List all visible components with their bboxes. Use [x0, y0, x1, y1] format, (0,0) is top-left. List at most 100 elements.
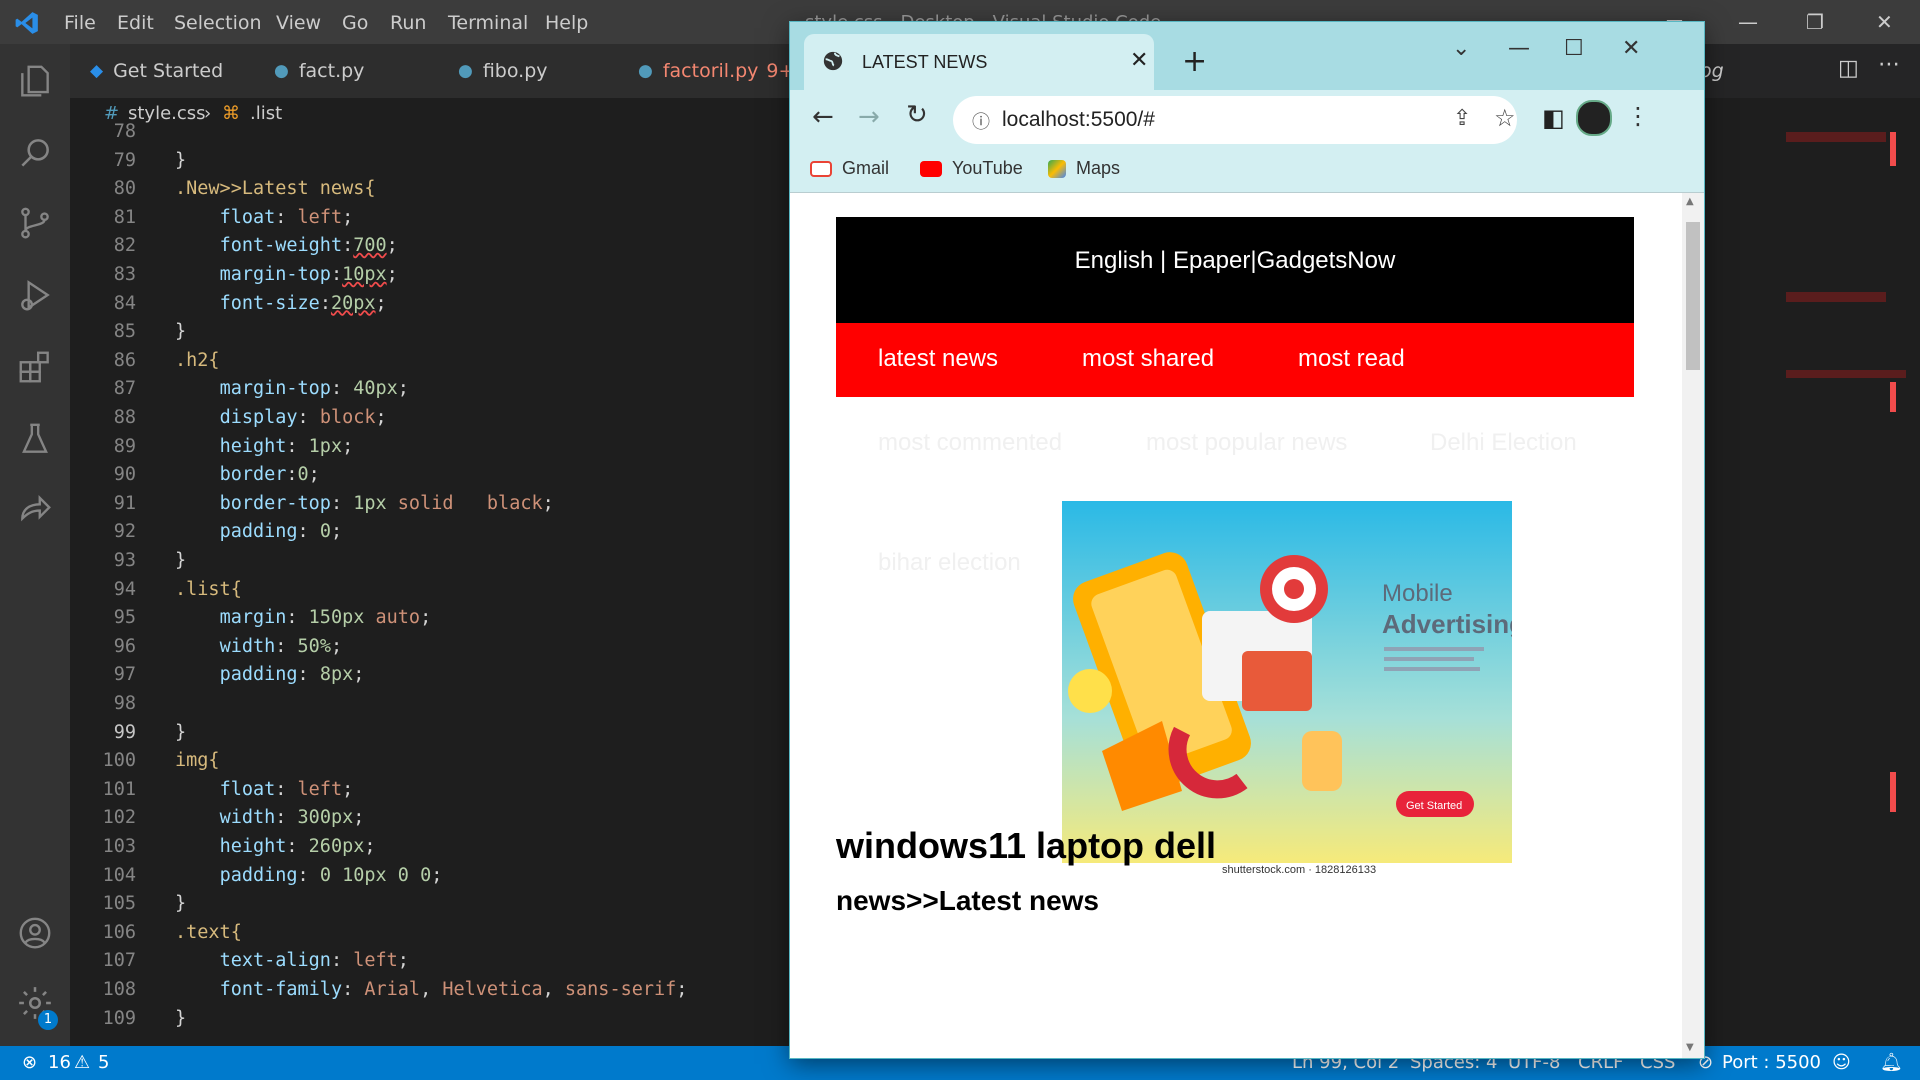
reload-icon[interactable]: ↻	[906, 100, 928, 130]
code-line[interactable]: 82 font-weight:700;	[70, 232, 398, 260]
menu-edit[interactable]: Edit	[117, 12, 154, 34]
code-line[interactable]: 97 padding: 8px;	[70, 661, 365, 689]
extensions-icon[interactable]	[16, 348, 54, 386]
menu-help[interactable]: Help	[545, 12, 588, 34]
code-line[interactable]: 92 padding: 0;	[70, 518, 342, 546]
notifications-bell-icon[interactable]: 🔔︎	[1880, 1052, 1903, 1073]
code-line[interactable]: 89 height: 1px;	[70, 433, 354, 461]
profile-avatar[interactable]	[1576, 100, 1612, 136]
site-info-icon[interactable]: ⓘ	[972, 108, 990, 134]
code-line[interactable]: 83 margin-top:10px;	[70, 261, 398, 289]
browser-close-icon[interactable]: ✕	[1622, 36, 1640, 61]
mobile-advertising-image: Mobile Advertising Get Started shutterst…	[1062, 501, 1525, 876]
forward-arrow-icon[interactable]: →	[858, 102, 880, 132]
live-server-port[interactable]: Port : 5500	[1722, 1052, 1821, 1073]
account-icon[interactable]	[16, 914, 54, 952]
nav-bihar-election[interactable]: bihar election	[878, 549, 1021, 577]
scroll-down-arrow-icon[interactable]: ▼	[1686, 1042, 1694, 1053]
browser-minimize-icon[interactable]: —	[1508, 36, 1530, 61]
tab-close-icon[interactable]: ✕	[1130, 48, 1148, 73]
menu-run[interactable]: Run	[390, 12, 426, 34]
error-icon[interactable]: ⊗	[22, 1052, 37, 1073]
tab-factoril-py[interactable]: ● factoril.py 9+	[618, 44, 794, 98]
breadcrumb-file[interactable]: style.css	[128, 103, 206, 124]
minimap[interactable]	[1786, 132, 1906, 1046]
code-line[interactable]: 106 .text{	[70, 919, 242, 947]
code-line[interactable]: 86 .h2{	[70, 347, 220, 375]
browser-menu-icon[interactable]: ⋮	[1626, 102, 1650, 130]
testing-icon[interactable]	[16, 420, 54, 458]
share-icon[interactable]: ⇪	[1453, 106, 1471, 131]
url-text[interactable]: localhost:5500/#	[1002, 108, 1155, 132]
tab-search-chevron-icon[interactable]: ⌄	[1452, 36, 1470, 61]
code-line[interactable]: 91 border-top: 1px solid black;	[70, 490, 554, 518]
warning-icon[interactable]: ⚠	[74, 1052, 90, 1073]
scrollbar-thumb[interactable]	[1686, 222, 1700, 370]
code-line[interactable]: 105}	[70, 890, 187, 918]
code-line[interactable]: 95 margin: 150px auto;	[70, 604, 432, 632]
bookmark-youtube[interactable]: YouTube	[920, 158, 1023, 179]
code-line[interactable]: 87 margin-top: 40px;	[70, 375, 409, 403]
code-line[interactable]: 81 float: left;	[70, 204, 354, 232]
live-share-icon[interactable]	[16, 490, 54, 528]
run-debug-icon[interactable]	[16, 276, 54, 314]
code-line[interactable]: 102 width: 300px;	[70, 804, 365, 832]
code-line[interactable]: 96 width: 50%;	[70, 633, 342, 661]
tab-fact-py[interactable]: ● fact.py	[254, 44, 439, 98]
browser-tab[interactable]: LATEST NEWS ✕	[804, 34, 1154, 90]
nav-delhi-election[interactable]: Delhi Election	[1430, 429, 1577, 457]
restore-icon[interactable]: ❐	[1806, 10, 1824, 34]
code-line[interactable]: 107 text-align: left;	[70, 947, 409, 975]
code-line[interactable]: 103 height: 260px;	[70, 833, 376, 861]
source-control-icon[interactable]	[16, 204, 54, 242]
code-line[interactable]: 85}	[70, 318, 186, 346]
top-nav-text[interactable]: English | Epaper|GadgetsNow	[1075, 247, 1396, 274]
menu-view[interactable]: View	[276, 12, 321, 34]
split-editor-icon[interactable]: ◫	[1838, 56, 1859, 81]
close-icon[interactable]: ✕	[1876, 10, 1893, 34]
code-line[interactable]: 78	[70, 118, 136, 146]
warning-count[interactable]: 5	[98, 1052, 109, 1073]
explorer-icon[interactable]	[16, 62, 54, 100]
new-tab-icon[interactable]: +	[1182, 44, 1207, 79]
bookmark-maps[interactable]: Maps	[1048, 158, 1120, 179]
code-line[interactable]: 100 img{	[70, 747, 220, 775]
tab-fibo-py[interactable]: ● fibo.py	[438, 44, 619, 98]
code-line[interactable]: 99}	[70, 719, 186, 747]
feedback-icon[interactable]: ☺	[1832, 1052, 1851, 1073]
menu-file[interactable]: File	[64, 12, 96, 34]
side-panel-icon[interactable]: ◧	[1542, 104, 1565, 132]
breadcrumb-symbol[interactable]: .list	[250, 103, 282, 124]
code-line[interactable]: 90 border:0;	[70, 461, 320, 489]
more-actions-icon[interactable]: ⋯	[1878, 52, 1900, 77]
menu-terminal[interactable]: Terminal	[448, 12, 528, 34]
menu-selection[interactable]: Selection	[174, 12, 262, 34]
nav-most-shared[interactable]: most shared	[1082, 345, 1214, 373]
code-line[interactable]: 104 padding: 0 10px 0 0;	[70, 862, 443, 890]
nav-most-commented[interactable]: most commented	[878, 429, 1062, 457]
web-page[interactable]: English | Epaper|GadgetsNow latest news …	[790, 193, 1682, 1058]
tab-get-started[interactable]: ◆ Get Started	[70, 44, 255, 98]
menu-go[interactable]: Go	[342, 12, 368, 34]
nav-most-read[interactable]: most read	[1298, 345, 1405, 373]
error-count[interactable]: 16	[48, 1052, 71, 1073]
code-line[interactable]: 98	[70, 690, 136, 718]
code-line[interactable]: 79}	[70, 147, 186, 175]
nav-most-popular-news[interactable]: most popular news	[1146, 429, 1347, 457]
code-line[interactable]: 101 float: left;	[70, 776, 354, 804]
code-line[interactable]: 84 font-size:20px;	[70, 290, 387, 318]
minimize-icon[interactable]: —	[1738, 10, 1758, 34]
back-arrow-icon[interactable]: ←	[812, 102, 834, 132]
code-line[interactable]: 94 .list{	[70, 576, 242, 604]
code-line[interactable]: 88 display: block;	[70, 404, 387, 432]
scroll-up-arrow-icon[interactable]: ▲	[1686, 196, 1694, 207]
code-line[interactable]: 80 .New>>Latest news{	[70, 175, 376, 203]
code-line[interactable]: 93}	[70, 547, 186, 575]
search-icon[interactable]	[16, 134, 54, 172]
code-line[interactable]: 109}	[70, 1005, 187, 1033]
bookmark-star-icon[interactable]: ☆	[1494, 104, 1516, 132]
browser-maximize-icon[interactable]: ☐	[1564, 36, 1584, 61]
code-line[interactable]: 108 font-family: Arial, Helvetica, sans-…	[70, 976, 688, 1004]
bookmark-gmail[interactable]: Gmail	[810, 158, 889, 179]
nav-latest-news[interactable]: latest news	[878, 345, 998, 373]
